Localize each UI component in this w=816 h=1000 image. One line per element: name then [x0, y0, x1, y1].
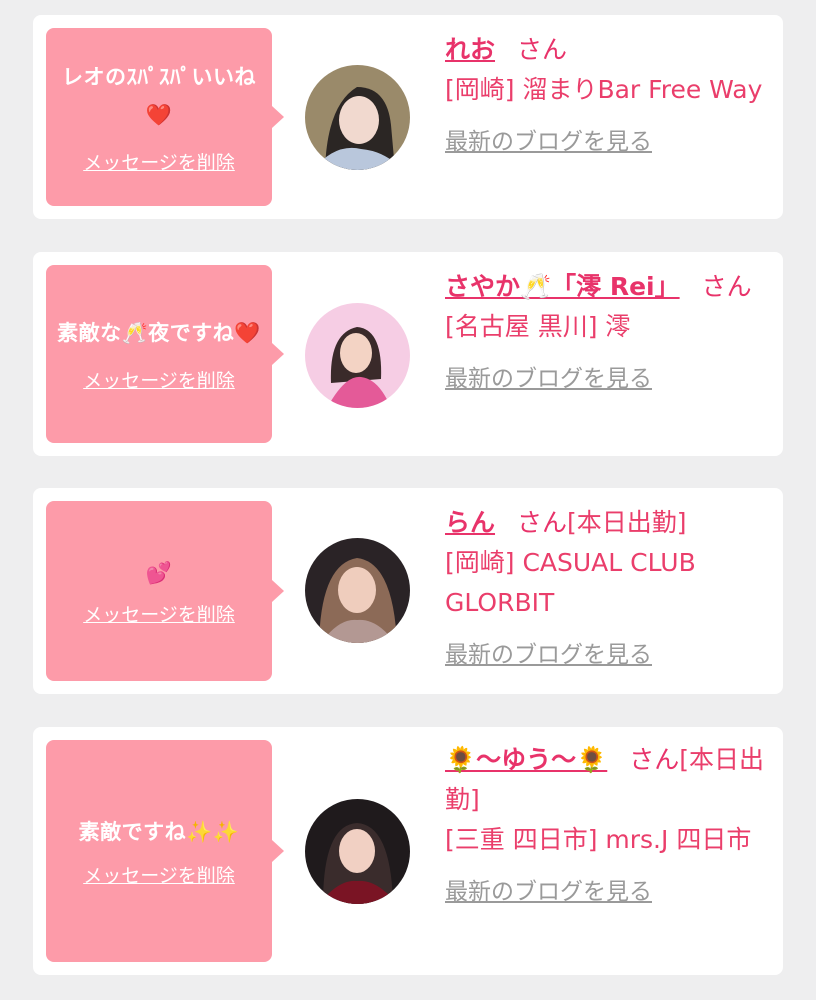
message-bubble: 素敵ですね✨✨ メッセージを削除 [46, 740, 284, 962]
sender-name-link[interactable]: らん [445, 508, 495, 537]
message-bubble: レオのｽﾊﾟｽﾊﾟいいね❤️ メッセージを削除 [46, 28, 284, 206]
honorific: さん [517, 35, 568, 64]
message-card: 💕 メッセージを削除 らん さん[本日出勤] [岡崎] CASUAL CLUB G… [33, 488, 783, 694]
message-text: 素敵な🥂夜ですね❤️ [57, 321, 261, 345]
message-text: 素敵ですね✨✨ [78, 820, 240, 844]
sender-info: れお さん [岡崎] 溜まりBar Free Way 最新のブログを見る [445, 30, 769, 162]
sender-info: さやか🥂「澪 Rei」 さん [名古屋 黒川] 澪 最新のブログを見る [445, 267, 769, 399]
shop-name: [岡崎] 溜まりBar Free Way [445, 75, 763, 104]
delete-message-link[interactable]: メッセージを削除 [83, 863, 235, 889]
sender-name-link[interactable]: れお [445, 35, 495, 64]
message-card: レオのｽﾊﾟｽﾊﾟいいね❤️ メッセージを削除 れお さん [岡崎] 溜まりBar… [33, 15, 783, 219]
sender-name-link[interactable]: 🌻〜ゆう〜🌻 [445, 745, 607, 774]
avatar[interactable] [305, 538, 410, 643]
latest-blog-link[interactable]: 最新のブログを見る [445, 359, 769, 399]
avatar[interactable] [305, 799, 410, 904]
shop-name: [名古屋 黒川] 澪 [445, 312, 631, 341]
delete-message-link[interactable]: メッセージを削除 [83, 602, 235, 628]
latest-blog-link[interactable]: 最新のブログを見る [445, 635, 769, 675]
work-status: [本日出勤] [567, 508, 687, 537]
latest-blog-link[interactable]: 最新のブログを見る [445, 872, 769, 912]
shop-name: [三重 四日市] mrs.J 四日市 [445, 825, 752, 854]
shop-name: [岡崎] CASUAL CLUB GLORBIT [445, 548, 696, 617]
avatar-face [339, 829, 375, 873]
honorific: さん [701, 272, 752, 301]
message-text: 💕 [145, 561, 173, 585]
message-bubble: 💕 メッセージを削除 [46, 501, 284, 681]
delete-message-link[interactable]: メッセージを削除 [83, 368, 235, 394]
honorific: さん [517, 508, 568, 537]
sender-info: 🌻〜ゆう〜🌻 さん[本日出勤] [三重 四日市] mrs.J 四日市 最新のブログ… [445, 740, 769, 912]
sender-name-link[interactable]: さやか🥂「澪 Rei」 [445, 272, 680, 301]
avatar[interactable] [305, 303, 410, 408]
delete-message-link[interactable]: メッセージを削除 [83, 150, 235, 176]
latest-blog-link[interactable]: 最新のブログを見る [445, 122, 769, 162]
avatar-face [340, 333, 372, 373]
message-card: 素敵な🥂夜ですね❤️ メッセージを削除 さやか🥂「澪 Rei」 さん [名古屋 黒… [33, 252, 783, 456]
avatar-face [338, 567, 376, 613]
honorific: さん [629, 745, 680, 774]
avatar[interactable] [305, 65, 410, 170]
sender-info: らん さん[本日出勤] [岡崎] CASUAL CLUB GLORBIT 最新のブ… [445, 503, 769, 675]
message-card: 素敵ですね✨✨ メッセージを削除 🌻〜ゆう〜🌻 さん[本日出勤] [三重 四日市]… [33, 727, 783, 975]
message-text: レオのｽﾊﾟｽﾊﾟいいね❤️ [62, 65, 256, 127]
message-bubble: 素敵な🥂夜ですね❤️ メッセージを削除 [46, 265, 284, 443]
avatar-face [339, 96, 379, 144]
